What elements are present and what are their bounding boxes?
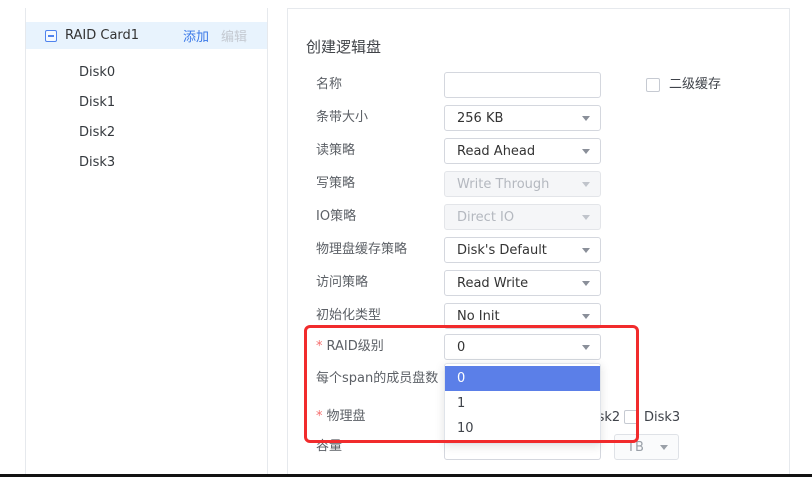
- physical-disks-label-text: 物理盘: [327, 409, 366, 424]
- chevron-down-icon: [582, 345, 590, 350]
- init-type-label: 初始化类型: [316, 303, 381, 329]
- chevron-down-icon: [582, 314, 590, 319]
- field-disk-cache-policy: 物理盘缓存策略 Disk's Default: [288, 237, 789, 263]
- raid-level-option-1[interactable]: 1: [445, 391, 600, 416]
- create-logical-disk-panel: 创建逻辑盘 名称 二级缓存 条带大小 256 KB 读策略 Read Ahead: [287, 8, 790, 474]
- raid-config-page: RAID Card1 添加 编辑 Disk0 Disk1 Disk2 Disk3…: [0, 0, 812, 479]
- required-star: *: [316, 339, 323, 354]
- field-io-policy: IO策略 Direct IO: [288, 204, 789, 230]
- disk3-label: Disk3: [644, 410, 680, 425]
- access-policy-select[interactable]: Read Write: [444, 270, 601, 296]
- select-value: No Init: [457, 309, 582, 324]
- physical-disks-label: * 物理盘: [316, 404, 366, 430]
- field-init-type: 初始化类型 No Init: [288, 303, 789, 329]
- read-policy-select[interactable]: Read Ahead: [444, 138, 601, 164]
- add-link[interactable]: 添加: [183, 26, 209, 45]
- field-stripe-size: 条带大小 256 KB: [288, 105, 789, 131]
- chevron-down-icon: [582, 116, 590, 121]
- raid-tree-sidebar: RAID Card1 添加 编辑 Disk0 Disk1 Disk2 Disk3: [25, 8, 268, 474]
- disk-cache-policy-label: 物理盘缓存策略: [316, 237, 407, 263]
- raid-level-label-text: RAID级别: [327, 339, 384, 354]
- io-policy-label: IO策略: [316, 204, 356, 230]
- io-policy-select: Direct IO: [444, 204, 601, 230]
- field-raid-level: * RAID级别 0: [288, 334, 789, 360]
- sidebar-item-disk3[interactable]: Disk3: [26, 148, 267, 178]
- bottom-border-line: [0, 474, 812, 477]
- select-value: Write Through: [457, 177, 582, 192]
- field-access-policy: 访问策略 Read Write: [288, 270, 789, 296]
- raid-level-label: * RAID级别: [316, 334, 384, 360]
- disk3-checkbox[interactable]: [624, 410, 638, 424]
- select-value: 256 KB: [457, 111, 582, 126]
- write-policy-select: Write Through: [444, 171, 601, 197]
- raid-level-dropdown: 0 1 10: [444, 363, 601, 444]
- access-policy-label: 访问策略: [316, 270, 368, 296]
- sidebar-item-disk0[interactable]: Disk0: [26, 58, 267, 88]
- select-value: Direct IO: [457, 210, 582, 225]
- page-title: 创建逻辑盘: [306, 36, 381, 57]
- capacity-unit-select[interactable]: TB: [614, 434, 679, 460]
- select-value: Read Ahead: [457, 144, 582, 159]
- chevron-down-icon: [582, 215, 590, 220]
- disk3-option: Disk3: [624, 410, 684, 425]
- stripe-size-select[interactable]: 256 KB: [444, 105, 601, 131]
- chevron-down-icon: [582, 182, 590, 187]
- field-write-policy: 写策略 Write Through: [288, 171, 789, 197]
- field-read-policy: 读策略 Read Ahead: [288, 138, 789, 164]
- raid-level-option-0[interactable]: 0: [445, 366, 600, 391]
- required-star: *: [316, 409, 323, 424]
- chevron-down-icon: [660, 445, 668, 450]
- init-type-select[interactable]: No Init: [444, 303, 601, 329]
- collapse-minus-icon[interactable]: [45, 30, 57, 42]
- write-policy-label: 写策略: [316, 171, 355, 197]
- select-value: TB: [627, 440, 660, 455]
- raid-level-select[interactable]: 0: [444, 334, 601, 360]
- chevron-down-icon: [582, 248, 590, 253]
- field-name: 名称 二级缓存: [288, 72, 789, 98]
- name-label: 名称: [316, 72, 342, 98]
- sidebar-item-disk2[interactable]: Disk2: [26, 118, 267, 148]
- select-value: 0: [457, 340, 582, 355]
- disk-cache-policy-select[interactable]: Disk's Default: [444, 237, 601, 263]
- read-policy-label: 读策略: [316, 138, 355, 164]
- raid-card-node[interactable]: RAID Card1 添加 编辑: [26, 22, 267, 49]
- sidebar-item-disk1[interactable]: Disk1: [26, 88, 267, 118]
- select-value: Read Write: [457, 276, 582, 291]
- secondary-cache-checkbox[interactable]: [646, 78, 660, 92]
- name-input[interactable]: [444, 72, 601, 98]
- chevron-down-icon: [582, 281, 590, 286]
- select-value: Disk's Default: [457, 243, 582, 258]
- raid-card-label: RAID Card1: [65, 28, 171, 43]
- chevron-down-icon: [582, 149, 590, 154]
- capacity-label: 容量: [316, 434, 342, 460]
- secondary-cache-label: 二级缓存: [669, 72, 721, 98]
- span-members-label: 每个span的成员盘数: [316, 366, 438, 392]
- stripe-size-label: 条带大小: [316, 105, 368, 131]
- edit-link: 编辑: [221, 26, 247, 45]
- raid-level-option-10[interactable]: 10: [445, 416, 600, 441]
